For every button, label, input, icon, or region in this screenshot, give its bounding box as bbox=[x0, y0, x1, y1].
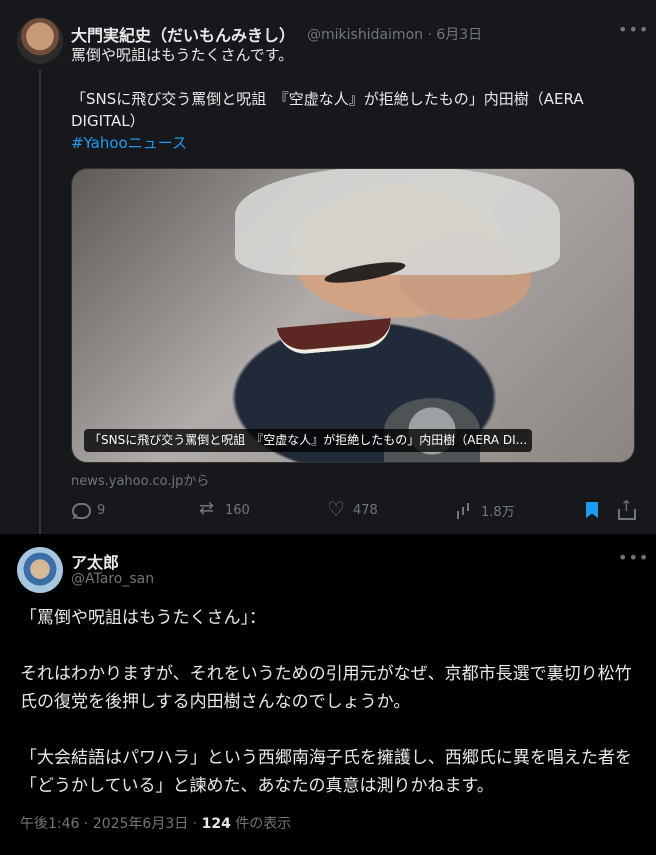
bookmark-button[interactable] bbox=[583, 501, 601, 519]
timestamp-and-views: 午後1:46 · 2025年6月3日 · 124 件の表示 bbox=[20, 813, 291, 833]
heart-icon bbox=[327, 498, 345, 520]
quoted-post: 大門実紀史（だいもんみきし） @mikishidaimon · 6月3日 •••… bbox=[0, 0, 656, 544]
reply-icon bbox=[71, 501, 91, 519]
handle-ataro[interactable]: @ATaro_san bbox=[71, 571, 154, 587]
reply-text: 「罵倒や呪詛はもうたくさん」： それはわかりますが、それをいうための引用元がなぜ… bbox=[20, 604, 640, 828]
reply-paragraph: それはわかりますが、それをいうための引用元がなぜ、京都市長選で裏切り松竹氏の復党… bbox=[20, 664, 632, 712]
more-menu-icon[interactable]: ••• bbox=[618, 20, 649, 39]
reply-count: 9 bbox=[97, 502, 106, 518]
like-count: 478 bbox=[353, 502, 378, 518]
card-source[interactable]: news.yahoo.co.jpから bbox=[71, 470, 209, 489]
thread-line bbox=[39, 70, 41, 544]
reply-button[interactable]: 9 bbox=[71, 501, 105, 519]
share-button[interactable] bbox=[616, 497, 636, 520]
post-text: 罵倒や呪詛はもうたくさんです。 「SNSに飛び交う罵倒と呪詛 『空虚な人』が拒絶… bbox=[71, 44, 637, 154]
bookmark-icon bbox=[583, 501, 601, 519]
retweet-count: 160 bbox=[225, 502, 250, 518]
display-name-daimon[interactable]: 大門実紀史（だいもんみきし） bbox=[71, 22, 295, 46]
view-count: 124 bbox=[201, 816, 231, 832]
article-photo bbox=[72, 169, 634, 462]
reply-paragraph: 「大会結語はパワハラ」という西郷南海子氏を擁護し、西郷氏に異を唱えた者を「どうか… bbox=[20, 748, 632, 796]
views-icon bbox=[455, 502, 473, 520]
user-avatar-daimon[interactable] bbox=[17, 18, 63, 64]
views-count: 1.8万 bbox=[481, 505, 515, 520]
views-label: 件の表示 bbox=[235, 816, 292, 832]
link-preview-card[interactable]: 「SNSに飛び交う罵倒と呪詛 『空虚な人』が拒絶したもの」内田樹（AERA DI… bbox=[71, 168, 635, 463]
timestamp[interactable]: 午後1:46 · 2025年6月3日 · bbox=[20, 816, 202, 832]
more-menu-icon-reply[interactable]: ••• bbox=[618, 548, 649, 567]
photo-hair-shape bbox=[235, 169, 560, 275]
handle-and-date[interactable]: @mikishidaimon · 6月3日 bbox=[307, 24, 482, 44]
retweet-button[interactable]: 160 bbox=[199, 499, 250, 519]
card-caption: 「SNSに飛び交う罵倒と呪詛 『空虚な人』が拒絶したもの」内田樹（AERA DI… bbox=[84, 429, 533, 452]
post-text-line: 罵倒や呪詛はもうたくさんです。 bbox=[71, 46, 294, 64]
views-button[interactable]: 1.8万 bbox=[455, 501, 515, 520]
retweet-icon bbox=[199, 499, 217, 519]
photo-mouth-shape bbox=[276, 318, 394, 356]
user-avatar-ataro[interactable] bbox=[17, 547, 63, 593]
post-actions: 9 160 478 1.8万 bbox=[71, 497, 637, 521]
display-name-ataro[interactable]: ア太郎 bbox=[71, 549, 119, 573]
yahoo-news-hashtag-link[interactable]: #Yahooニュース bbox=[71, 134, 187, 152]
like-button[interactable]: 478 bbox=[327, 498, 378, 520]
quoted-article-title: 「SNSに飛び交う罵倒と呪詛 『空虚な人』が拒絶したもの」内田樹（AERA DI… bbox=[71, 90, 584, 130]
reply-paragraph: 「罵倒や呪詛はもうたくさん」： bbox=[20, 608, 266, 628]
share-icon bbox=[616, 497, 636, 520]
